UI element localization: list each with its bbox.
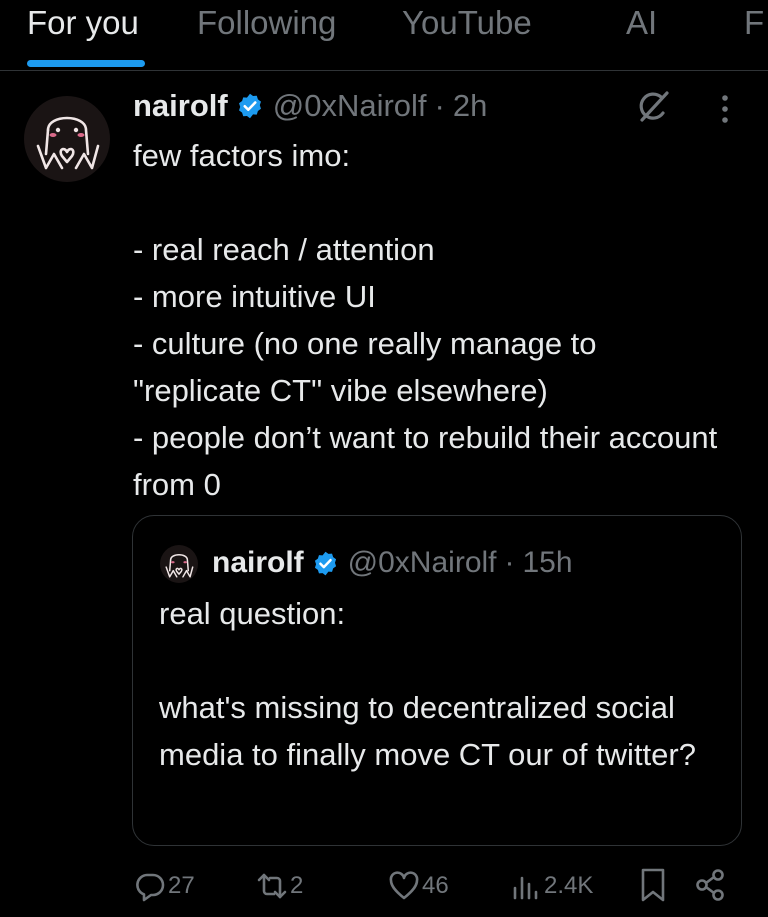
- repost-button[interactable]: 2: [256, 866, 303, 906]
- tab-ai[interactable]: AI: [626, 4, 657, 42]
- tweet-timestamp[interactable]: 2h: [453, 88, 487, 124]
- tweet-text: few factors imo: - real reach / attentio…: [133, 138, 718, 502]
- author-name[interactable]: nairolf: [133, 88, 228, 124]
- grok-icon[interactable]: [634, 88, 672, 126]
- active-tab-indicator: [27, 60, 145, 67]
- author-handle[interactable]: @0xNairolf: [273, 88, 427, 124]
- like-count: 46: [422, 872, 449, 899]
- author-avatar[interactable]: [24, 96, 110, 182]
- quoted-author-handle: @0xNairolf: [347, 546, 497, 579]
- avatar-image: [165, 553, 194, 578]
- quoted-tweet-timestamp: 15h: [522, 546, 573, 579]
- share-icon[interactable]: [694, 867, 726, 903]
- tab-youtube[interactable]: YouTube: [402, 4, 532, 42]
- quoted-tweet-card[interactable]: nairolf @0xNairolf · 15h real question: …: [132, 515, 742, 846]
- reply-button[interactable]: 27: [134, 866, 195, 906]
- like-button[interactable]: 46: [388, 866, 449, 906]
- reply-count: 27: [168, 872, 195, 899]
- tweet-header: nairolf @0xNairolf · 2h: [133, 85, 487, 127]
- tab-following[interactable]: Following: [197, 4, 336, 42]
- verified-badge-icon: [238, 93, 261, 119]
- tab-for-you[interactable]: For you: [27, 4, 139, 42]
- separator-dot: ·: [434, 88, 445, 123]
- timeline-tabs: For you Following YouTube AI F: [0, 0, 768, 71]
- separator-dot: ·: [504, 546, 515, 579]
- repost-count: 2: [290, 872, 304, 899]
- quoted-author-name: nairolf: [212, 546, 304, 579]
- quoted-tweet-text: real question: what's missing to decentr…: [159, 596, 696, 772]
- more-vertical-icon[interactable]: [714, 92, 736, 126]
- tab-more-cutoff[interactable]: F: [744, 4, 764, 42]
- quoted-tweet-header: nairolf @0xNairolf · 15h: [212, 543, 573, 583]
- reply-icon: [136, 873, 165, 902]
- heart-icon: [389, 871, 419, 900]
- bookmark-icon[interactable]: [637, 867, 669, 903]
- avatar-image: [36, 116, 100, 170]
- verified-badge-icon: [314, 551, 336, 575]
- views-count: 2.4K: [544, 872, 594, 899]
- quoted-author-avatar: [160, 545, 198, 583]
- views-button[interactable]: 2.4K: [510, 866, 593, 906]
- repost-icon: [257, 873, 287, 899]
- analytics-bar-icon: [513, 876, 538, 900]
